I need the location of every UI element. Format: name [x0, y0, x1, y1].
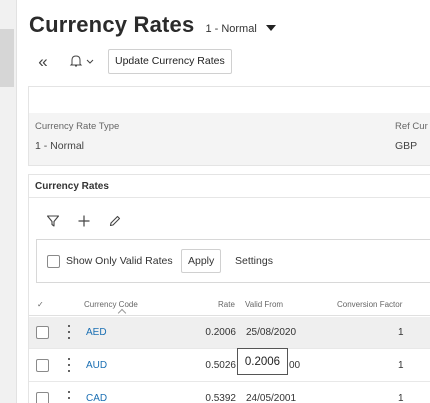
table-row[interactable]: CAD 0.5392 24/05/2001 1	[29, 383, 430, 403]
currency-rate-header: Currency Rate Type 1 - Normal Ref Cur GB…	[28, 86, 430, 166]
apply-button[interactable]: Apply	[181, 249, 222, 273]
currency-rates-list: Currency Rates Show Only Valid Rates App…	[28, 174, 430, 403]
currency-rate-type-value: 1 - Normal	[35, 140, 85, 152]
side-panel-scrollbar[interactable]	[0, 29, 14, 87]
currency-rate-type-label: Currency Rate Type	[35, 121, 120, 132]
filter-bar: Show Only Valid Rates Apply Settings	[36, 239, 430, 283]
plus-icon[interactable]	[72, 211, 96, 231]
ref-currency-label: Ref Cur	[395, 121, 428, 132]
column-currency-code[interactable]: Currency Code	[84, 300, 138, 309]
header-top-strip	[29, 87, 430, 113]
currency-code-link[interactable]: CAD	[86, 393, 107, 403]
toolbar: « Update Currency Rates	[33, 48, 232, 74]
column-rate[interactable]: Rate	[218, 300, 235, 309]
valid-from-value: 25/08/2020	[246, 327, 297, 338]
conversion-factor-value: 1	[398, 360, 404, 371]
header-fields: Currency Rate Type 1 - Normal Ref Cur GB…	[29, 113, 430, 165]
table-row[interactable]: AUD 0.5026 00 1	[29, 350, 430, 382]
page-title: Currency Rates	[29, 12, 195, 37]
rate-type-selector[interactable]: 1 - Normal	[205, 23, 276, 35]
bell-icon	[69, 55, 94, 67]
rate-tooltip: 0.2006	[237, 348, 288, 375]
rate-value: 0.5392	[205, 393, 236, 403]
rate-value: 0.2006	[205, 327, 236, 338]
divider	[29, 315, 430, 316]
valid-from-value: 24/05/2001	[246, 393, 297, 403]
show-only-valid-rates-label: Show Only Valid Rates	[66, 255, 173, 267]
more-vertical-icon[interactable]	[66, 325, 72, 339]
divider	[29, 197, 430, 198]
rate-value: 0.5026	[205, 360, 236, 371]
row-checkbox[interactable]	[36, 359, 49, 372]
ref-currency-value: GBP	[395, 140, 418, 152]
caret-down-icon	[265, 25, 276, 31]
list-toolbar	[41, 211, 134, 231]
table-row[interactable]: AED 0.2006 25/08/2020 1	[29, 317, 430, 349]
list-title: Currency Rates	[35, 181, 109, 192]
currency-code-link[interactable]: AUD	[86, 360, 107, 371]
double-chevron-left-icon[interactable]: «	[33, 50, 53, 72]
show-only-valid-rates-checkbox[interactable]	[47, 255, 60, 268]
pencil-icon[interactable]	[103, 211, 127, 231]
more-vertical-icon[interactable]	[66, 358, 72, 372]
row-checkbox[interactable]	[36, 392, 49, 403]
select-all-toggle[interactable]: ✓	[37, 300, 44, 309]
page-header: Currency Rates 1 - Normal	[29, 12, 276, 38]
conversion-factor-value: 1	[398, 327, 404, 338]
rate-type-selector-label: 1 - Normal	[205, 23, 257, 35]
valid-from-value: 00	[289, 360, 301, 371]
filter-icon[interactable]	[41, 211, 65, 231]
row-checkbox[interactable]	[36, 326, 49, 339]
column-conversion-factor[interactable]: Conversion Factor	[337, 300, 402, 309]
currency-code-link[interactable]: AED	[86, 327, 107, 338]
settings-link[interactable]: Settings	[235, 255, 273, 267]
conversion-factor-value: 1	[398, 393, 404, 403]
side-panel-strip	[0, 0, 17, 403]
notifications-button[interactable]	[67, 50, 99, 72]
more-vertical-icon[interactable]	[66, 391, 72, 403]
update-currency-rates-button[interactable]: Update Currency Rates	[108, 48, 232, 74]
column-valid-from[interactable]: Valid From	[245, 300, 283, 309]
table-header: ✓ Currency Code Rate Valid From Conversi…	[29, 291, 430, 318]
